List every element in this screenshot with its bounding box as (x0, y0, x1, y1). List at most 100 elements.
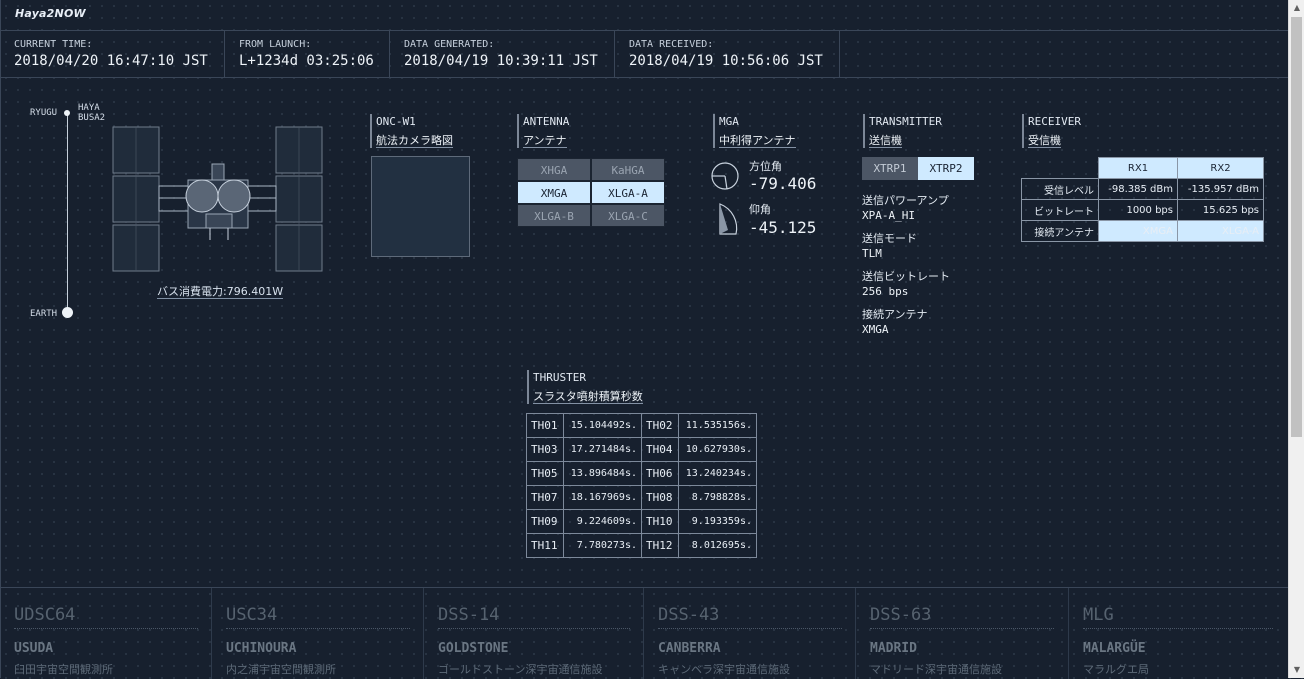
hayabusa-label: HAYA BUSA2 (78, 103, 105, 123)
station-name: USUDA (14, 641, 54, 656)
antenna-xlga-a: XLGA-A (591, 181, 665, 204)
station-madrid: DSS-63 MADRID マドリード深宇宙通信施設 (856, 588, 1069, 679)
station-name: MADRID (870, 641, 917, 656)
station-desc: ゴールドストーン深宇宙通信施設 (438, 663, 603, 676)
status-label: DATA RECEIVED: (629, 39, 714, 50)
status-value: L+1234d 03:25:06 (239, 53, 374, 69)
antenna-xlga-c: XLGA-C (591, 204, 665, 227)
earth-label: EARTH (30, 309, 58, 319)
tx-bitrate-label: 送信ビットレート (862, 270, 950, 283)
rx1-value: XMGA (1098, 220, 1178, 242)
scroll-down-icon[interactable]: ▼ (1289, 662, 1304, 678)
thruster-table: TH01 15.104492s. TH02 11.535156s. TH03 1… (526, 413, 757, 558)
station-uchinoura: USC34 UCHINOURA 内之浦宇宙空間観測所 (212, 588, 424, 679)
antenna-kahga: KaHGA (591, 158, 665, 181)
onc-title: ONC-W1 (376, 115, 416, 128)
spacecraft-icon (112, 126, 323, 272)
thruster-name: TH07 (526, 485, 564, 510)
rx2-value: 15.625 bps (1177, 199, 1264, 221)
status-bar: CURRENT TIME: 2018/04/20 16:47:10 JST FR… (0, 31, 1288, 78)
xtrp2-toggle[interactable]: XTRP2 (918, 157, 974, 180)
onc-camera-view (371, 156, 470, 257)
station-name: CANBERRA (658, 641, 721, 656)
station-desc: キャンベラ深宇宙通信施設 (658, 663, 790, 676)
status-label: DATA GENERATED: (404, 39, 495, 50)
station-code: UDSC64 (14, 605, 76, 625)
thruster-name: TH12 (641, 533, 679, 558)
tx-bitrate-value: 256 bps (862, 285, 909, 298)
station-desc: マドリード深宇宙通信施設 (870, 663, 1002, 676)
station-usuda: UDSC64 USUDA 臼田宇宙空間観測所 (0, 588, 212, 679)
table-cell-empty (1021, 157, 1099, 179)
tx-power-amp-label: 送信パワーアンプ (862, 194, 949, 207)
elevation-value: -45.125 (749, 218, 817, 237)
mga-subtitle: 中利得アンテナ (719, 134, 796, 148)
mga-header: MGA 中利得アンテナ (713, 114, 796, 148)
station-desc: 臼田宇宙空間観測所 (14, 663, 113, 676)
mga-title: MGA (719, 115, 739, 128)
rx2-header: RX2 (1177, 157, 1264, 179)
table-row: TH01 15.104492s. TH02 11.535156s. (526, 413, 757, 438)
station-canberra: DSS-43 CANBERRA キャンベラ深宇宙通信施設 (644, 588, 856, 679)
azimuth-dial-icon (711, 162, 739, 190)
thruster-name: TH04 (641, 437, 679, 462)
elevation-label: 仰角 (749, 203, 771, 216)
thruster-value: 13.896484s. (563, 461, 642, 486)
table-row: TH09 9.224609s. TH10 9.193359s. (526, 509, 757, 534)
vertical-scrollbar[interactable]: ▲ ▼ (1288, 0, 1304, 678)
thruster-header: THRUSTER スラスタ噴射積算秒数 (527, 370, 643, 404)
xtrp1-toggle[interactable]: XTRP1 (862, 157, 918, 180)
table-row: 接続アンテナ XMGA XLGA-A (1021, 220, 1264, 242)
status-value: 2018/04/20 16:47:10 JST (14, 53, 208, 69)
tx-antenna-value: XMGA (862, 323, 889, 336)
station-desc: マラルグエ局 (1083, 663, 1149, 676)
divider (870, 628, 1054, 629)
rx2-value: -135.957 dBm (1177, 178, 1264, 200)
table-row: 受信レベル -98.385 dBm -135.957 dBm (1021, 178, 1264, 200)
orbit-line (67, 113, 68, 313)
status-label: FROM LAUNCH: (239, 39, 312, 50)
station-name: GOLDSTONE (438, 641, 509, 656)
thruster-value: 8.012695s. (678, 533, 757, 558)
rx1-value: 1000 bps (1098, 199, 1178, 221)
station-name: UCHINOURA (226, 641, 297, 656)
table-row: TH05 13.896484s. TH06 13.240234s. (526, 461, 757, 486)
rx-row-label: 接続アンテナ (1021, 220, 1099, 242)
thruster-value: 15.104492s. (563, 413, 642, 438)
thruster-name: TH10 (641, 509, 679, 534)
receiver-title: RECEIVER (1028, 115, 1081, 128)
transmitter-header: TRANSMITTER 送信機 (863, 114, 942, 148)
app-frame (0, 0, 1288, 678)
antenna-xhga: XHGA (517, 158, 591, 181)
scroll-up-icon[interactable]: ▲ (1289, 0, 1304, 16)
station-malargue: MLG MALARGÜE マラルグエ局 (1069, 588, 1288, 679)
status-label: CURRENT TIME: (14, 39, 93, 50)
thruster-value: 18.167969s. (563, 485, 642, 510)
earth-icon (62, 307, 73, 318)
thruster-name: TH11 (526, 533, 564, 558)
rx1-value: -98.385 dBm (1098, 178, 1178, 200)
station-code: MLG (1083, 605, 1114, 625)
status-value: 2018/04/19 10:56:06 JST (629, 53, 823, 69)
rx1-header: RX1 (1098, 157, 1178, 179)
scrollbar-thumb[interactable] (1291, 17, 1302, 437)
station-code: USC34 (226, 605, 278, 625)
thruster-name: TH08 (641, 485, 679, 510)
transmitter-subtitle: 送信機 (869, 134, 902, 148)
app-title: Haya2NOW (15, 7, 86, 20)
thruster-value: 10.627930s. (678, 437, 757, 462)
receiver-subtitle: 受信機 (1028, 134, 1061, 148)
azimuth-value: -79.406 (749, 174, 817, 193)
bus-power: バス消費電力:796.401W (157, 285, 284, 299)
station-code: DSS-43 (658, 605, 720, 625)
divider (658, 628, 842, 629)
status-from-launch: FROM LAUNCH: L+1234d 03:25:06 (225, 31, 390, 77)
thruster-name: TH02 (641, 413, 679, 438)
divider (1083, 628, 1273, 629)
station-name: MALARGÜE (1083, 641, 1146, 656)
ground-stations: UDSC64 USUDA 臼田宇宙空間観測所 USC34 UCHINOURA 内… (0, 587, 1288, 679)
ryugu-label: RYUGU (30, 108, 58, 118)
divider (226, 628, 410, 629)
thruster-name: TH09 (526, 509, 564, 534)
antenna-header: ANTENNA アンテナ (517, 114, 569, 148)
